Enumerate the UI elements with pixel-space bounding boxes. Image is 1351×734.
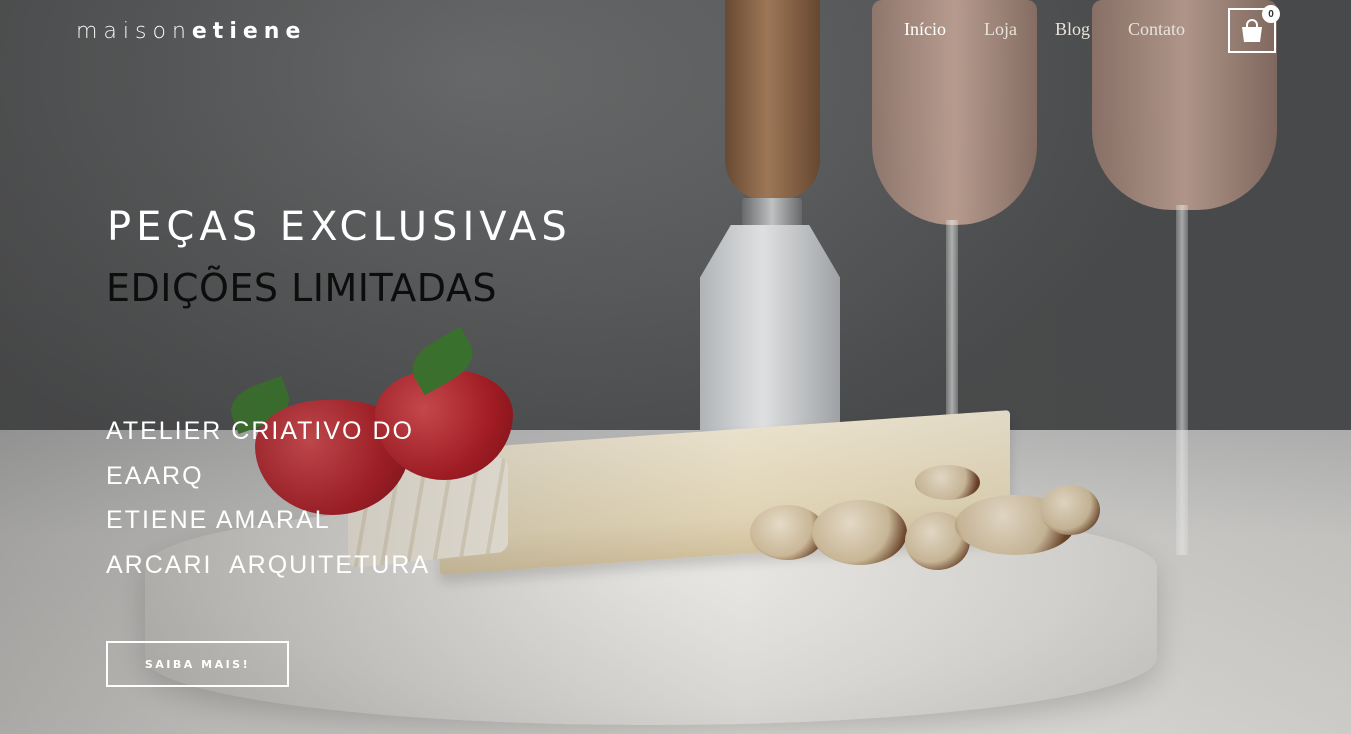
nav-item-inicio[interactable]: Início (904, 19, 946, 40)
tagline-line: ARCARI ARQUITETURA (106, 550, 431, 579)
nav-item-blog[interactable]: Blog (1055, 19, 1090, 40)
hero-background-image (0, 0, 1351, 734)
hero-subheadline: EDIÇÕES LIMITADAS (106, 266, 497, 310)
tagline-line: EAARQ (106, 461, 204, 490)
tagline-line: ETIENE AMARAL (106, 506, 331, 534)
nav-item-loja[interactable]: Loja (984, 19, 1017, 40)
hero-overlay (0, 0, 1351, 734)
hero-tagline: ATELIER CRIATIVO DO EAARQ ETIENE AMARAL … (106, 409, 430, 587)
nav-item-contato[interactable]: Contato (1128, 19, 1185, 40)
saiba-mais-button[interactable]: SAIBA MAIS! (106, 641, 289, 687)
hero-headline: PEÇAS EXCLUSIVAS (107, 204, 572, 250)
shopping-bag-icon (1242, 18, 1262, 42)
site-logo[interactable]: maisonetiene (76, 19, 306, 44)
cart-count-badge: 0 (1262, 5, 1280, 23)
cart-button[interactable]: 0 (1228, 5, 1280, 53)
logo-text-maison: maison (76, 19, 192, 44)
main-nav: Início Loja Blog Contato (904, 19, 1185, 40)
logo-text-etiene: etiene (191, 19, 307, 44)
tagline-line: ATELIER CRIATIVO DO (106, 417, 414, 445)
